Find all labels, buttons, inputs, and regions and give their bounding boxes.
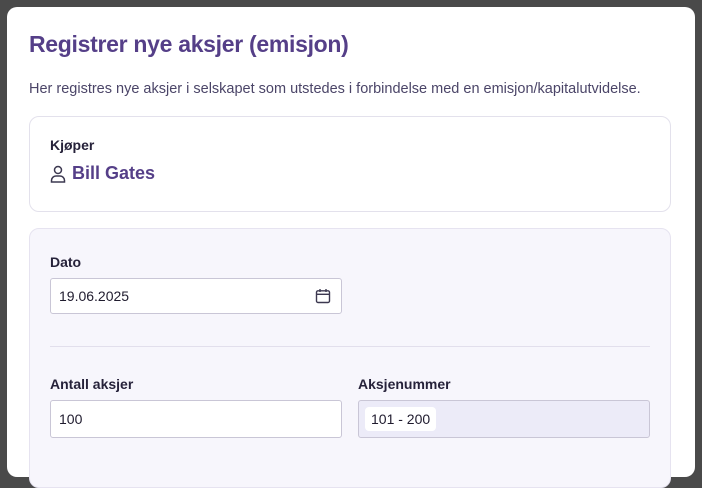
buyer-name[interactable]: Bill Gates [72, 163, 155, 184]
share-numbers-value: 101 - 200 [365, 407, 437, 431]
buyer-row: Bill Gates [50, 163, 155, 184]
date-input[interactable] [50, 278, 342, 314]
share-form-panel: Dato Antall aksjer Aksjenummer 101 - 200 [29, 228, 671, 488]
share-numbers-label: Aksjenummer [358, 376, 451, 392]
date-label: Dato [50, 254, 82, 270]
form-divider [50, 346, 650, 347]
calendar-icon[interactable] [315, 288, 331, 304]
register-shares-dialog: Registrer nye aksjer (emisjon) Her regis… [7, 7, 695, 488]
share-count-label: Antall aksjer [50, 376, 134, 392]
share-count-input[interactable] [50, 400, 342, 438]
share-numbers-field: 101 - 200 [358, 400, 650, 438]
user-icon [50, 165, 66, 183]
buyer-label: Kjøper [50, 137, 95, 153]
dialog-description: Her registres nye aksjer i selskapet som… [29, 81, 641, 97]
dialog-title: Registrer nye aksjer (emisjon) [29, 31, 349, 57]
buyer-card: Kjøper Bill Gates [29, 116, 671, 212]
